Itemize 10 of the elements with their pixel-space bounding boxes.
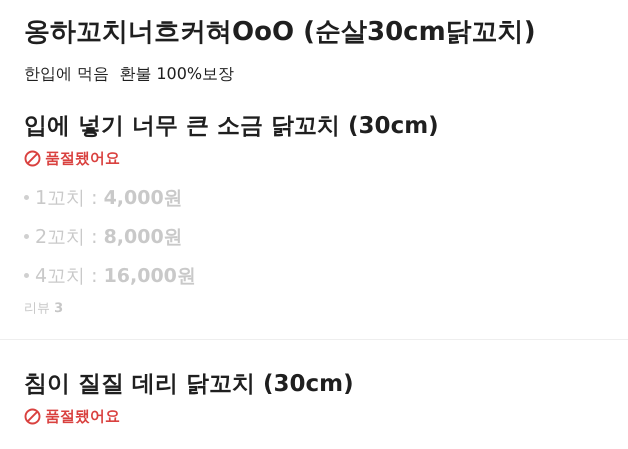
sold-out-label: 품절됐어요 [45,148,120,168]
bullet-icon [24,195,29,200]
bullet-icon [24,273,29,278]
store-description: 한입에 먹음 환불 100%보장 [24,63,236,85]
sold-out-label: 품절됐어요 [45,406,120,426]
menu-item-name[interactable]: 입에 넣기 너무 큰 소금 닭꼬치 (30cm) [24,110,439,142]
review-count: 리뷰 3 [24,300,64,317]
store-name: 옹하꼬치너흐커혀OoO (순살30cm닭꼬치) [24,16,537,49]
bullet-icon [24,234,29,239]
menu-item-name[interactable]: 침이 질질 데리 닭꼬치 (30cm) [24,368,354,400]
